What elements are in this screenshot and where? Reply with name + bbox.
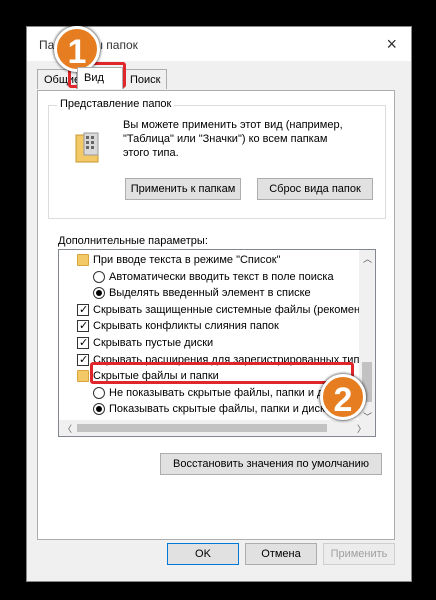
folder-icon xyxy=(77,254,89,266)
apply-button[interactable]: Применить xyxy=(323,543,395,565)
scroll-left-icon[interactable]: 〈 xyxy=(63,422,72,435)
folder-view-icon xyxy=(75,132,99,163)
folder-icon xyxy=(77,370,89,383)
checkbox-icon[interactable] xyxy=(77,302,89,318)
advanced-item-label: Не показывать скрытые файлы, папки и дис… xyxy=(109,386,347,399)
radio-icon[interactable] xyxy=(93,403,105,416)
scroll-right-icon[interactable]: 〉 xyxy=(357,422,366,435)
scroll-up-icon[interactable]: ︿ xyxy=(363,252,372,265)
ok-button[interactable]: OK xyxy=(167,543,239,565)
radio-icon[interactable] xyxy=(93,287,105,300)
checkbox-icon[interactable] xyxy=(77,335,89,351)
show-hidden-highlight xyxy=(90,362,354,384)
description-line: "Таблица" или "Значки") ко всем папкам xyxy=(123,133,328,145)
advanced-item-label: Скрывать пустые диски xyxy=(93,337,214,349)
restore-defaults-button[interactable]: Восстановить значения по умолчанию xyxy=(160,453,382,475)
apply-to-folders-button[interactable]: Применить к папкам xyxy=(125,178,241,200)
folder-view-group: Представление папок Вы можете применить … xyxy=(48,98,386,219)
advanced-item-label: Показывать скрытые файлы, папки и диски xyxy=(109,403,331,416)
advanced-item-label: Выделять введенный элемент в списке xyxy=(109,287,311,300)
advanced-settings-label: Дополнительные параметры: xyxy=(58,235,208,247)
step-2-marker: 2 xyxy=(320,374,366,420)
radio-icon[interactable] xyxy=(93,270,105,283)
advanced-item-label: Скрывать конфликты слияния папок xyxy=(93,320,279,333)
view-tab-panel: Представление папок Вы можете применить … xyxy=(37,90,395,540)
advanced-item-label: Автоматически вводить текст в поле поиск… xyxy=(109,270,334,283)
folder-options-dialog: Параметры папок × Общие Вид Поиск Предст… xyxy=(26,26,412,582)
tab-search[interactable]: Поиск xyxy=(123,69,167,89)
folder-view-legend: Представление папок xyxy=(57,98,175,110)
description-line: этого типа. xyxy=(123,147,179,159)
checkbox-icon[interactable] xyxy=(77,352,89,368)
advanced-item-label: При вводе текста в режиме "Список" xyxy=(93,254,281,266)
cancel-button[interactable]: Отмена xyxy=(245,543,317,565)
hscroll-thumb[interactable] xyxy=(77,424,327,432)
reset-folders-button[interactable]: Сброс вида папок xyxy=(257,178,373,200)
tab-view[interactable]: Вид xyxy=(77,67,123,89)
horizontal-scrollbar[interactable]: 〈 〉 xyxy=(59,420,375,436)
checkbox-icon[interactable] xyxy=(77,318,89,334)
close-icon[interactable]: × xyxy=(386,34,397,55)
description-line: Вы можете применить этот вид (например, xyxy=(123,119,343,131)
step-1-marker: 1 xyxy=(54,26,100,72)
radio-icon[interactable] xyxy=(93,386,105,399)
advanced-item-label: Скрывать защищенные системные файлы (рек… xyxy=(93,303,361,316)
folder-view-description: Вы можете применить этот вид (например, … xyxy=(123,118,383,160)
